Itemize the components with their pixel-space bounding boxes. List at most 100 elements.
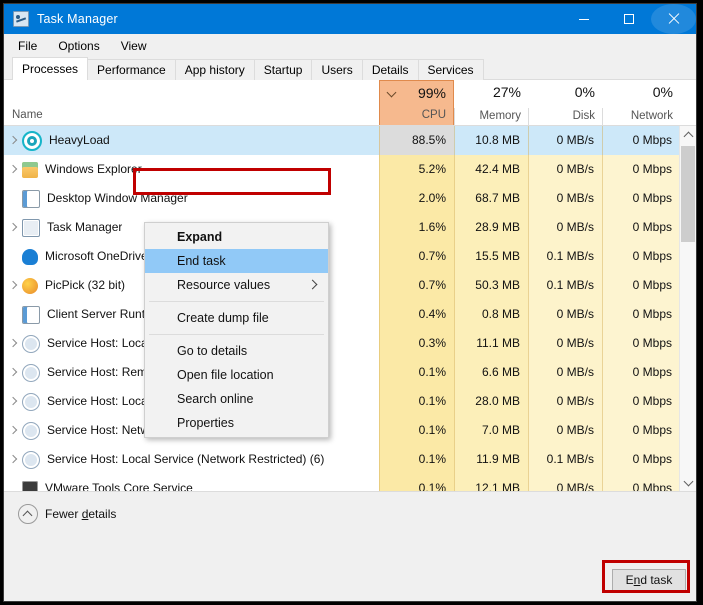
process-name-cell[interactable]: Desktop Window Manager	[4, 184, 376, 213]
title-bar: Task Manager	[4, 4, 696, 34]
network-cell: 0 Mbps	[602, 416, 680, 445]
network-total-value: 0%	[653, 84, 673, 100]
network-cell: 0 Mbps	[602, 474, 680, 492]
column-divider	[379, 474, 380, 492]
column-header-name[interactable]: Name	[4, 80, 376, 126]
context-menu-item-search-online[interactable]: Search online	[145, 387, 328, 411]
scroll-up-icon[interactable]	[680, 126, 696, 143]
network-cell: 0 Mbps	[602, 329, 680, 358]
network-cell: 0 Mbps	[602, 300, 680, 329]
expand-chevron-icon[interactable]	[4, 387, 22, 416]
expand-chevron-icon[interactable]	[4, 329, 22, 358]
tab-processes[interactable]: Processes	[12, 57, 88, 80]
tab-users[interactable]: Users	[311, 59, 362, 80]
column-divider	[602, 271, 603, 300]
expand-chevron-icon[interactable]	[4, 416, 22, 445]
column-header-disk[interactable]: 0% Disk	[528, 80, 602, 126]
table-row[interactable]: Service Host: Network Service (5)0.1%7.0…	[4, 416, 696, 445]
memory-total-value: 27%	[493, 84, 521, 100]
disk-cell: 0 MB/s	[528, 329, 602, 358]
column-divider	[602, 213, 603, 242]
disk-cell: 0 MB/s	[528, 213, 602, 242]
tab-app-history[interactable]: App history	[175, 59, 255, 80]
end-task-button[interactable]: End task	[612, 569, 686, 592]
table-row[interactable]: Service Host: Remote Procedure Call (2)0…	[4, 358, 696, 387]
expand-chevron-icon[interactable]	[4, 445, 22, 474]
process-name-cell[interactable]: Windows Explorer	[4, 155, 376, 184]
fewer-details-button[interactable]: Fewer details	[18, 504, 116, 524]
cpu-cell: 0.7%	[379, 242, 454, 271]
column-divider	[602, 242, 603, 271]
table-row[interactable]: PicPick (32 bit)0.7%50.3 MB0.1 MB/s0 Mbp…	[4, 271, 696, 300]
column-divider	[528, 474, 529, 492]
menu-view[interactable]: View	[116, 37, 157, 55]
context-menu-item-create-dump-file[interactable]: Create dump file	[145, 306, 328, 330]
column-divider	[454, 126, 455, 155]
network-cell: 0 Mbps	[602, 271, 680, 300]
column-divider	[602, 445, 603, 474]
context-menu-item-go-to-details[interactable]: Go to details	[145, 339, 328, 363]
table-row[interactable]: Microsoft OneDrive0.7%15.5 MB0.1 MB/s0 M…	[4, 242, 696, 271]
cpu-cell: 5.2%	[379, 155, 454, 184]
network-column-label: Network	[631, 110, 673, 122]
table-row[interactable]: Windows Explorer5.2%42.4 MB0 MB/s0 Mbps	[4, 155, 696, 184]
process-list: Name 99% CPU 27% Memory 0% Disk 0% Netwo…	[4, 80, 696, 492]
context-menu-separator	[149, 301, 324, 302]
column-header-network[interactable]: 0% Network	[602, 80, 680, 126]
expand-chevron-icon[interactable]	[4, 155, 22, 184]
process-name-cell[interactable]: VMware Tools Core Service	[4, 474, 376, 492]
tab-performance[interactable]: Performance	[87, 59, 176, 80]
tab-details[interactable]: Details	[362, 59, 419, 80]
table-row[interactable]: Client Server Runtime Process0.4%0.8 MB0…	[4, 300, 696, 329]
column-divider	[528, 271, 529, 300]
process-name-cell[interactable]: HeavyLoad	[4, 126, 376, 155]
context-menu-item-expand[interactable]: Expand	[145, 225, 328, 249]
cpu-cell: 0.4%	[379, 300, 454, 329]
table-row[interactable]: Task Manager1.6%28.9 MB0 MB/s0 Mbps	[4, 213, 696, 242]
table-row[interactable]: Service Host: Local Service (Network Res…	[4, 445, 696, 474]
column-divider	[602, 474, 603, 492]
memory-cell: 42.4 MB	[454, 155, 528, 184]
table-row[interactable]: VMware Tools Core Service0.1%12.1 MB0 MB…	[4, 474, 696, 492]
minimize-button[interactable]	[561, 4, 606, 34]
maximize-button[interactable]	[606, 4, 651, 34]
process-name-label: Service Host: Local Service (Network Res…	[47, 445, 324, 474]
close-button[interactable]	[651, 4, 696, 34]
column-header-name-label: Name	[12, 109, 43, 121]
scroll-down-icon[interactable]	[680, 474, 696, 491]
window-title: Task Manager	[37, 12, 118, 26]
row-indent-spacer	[4, 184, 22, 213]
expand-chevron-icon[interactable]	[4, 213, 22, 242]
process-name-label: HeavyLoad	[49, 126, 110, 155]
table-row[interactable]: HeavyLoad88.5%10.8 MB0 MB/s0 Mbps	[4, 126, 696, 155]
window-controls	[561, 4, 696, 34]
menu-file[interactable]: File	[13, 37, 47, 55]
table-row[interactable]: Service Host: Local System (18)0.1%28.0 …	[4, 387, 696, 416]
context-menu-item-resource-values[interactable]: Resource values	[145, 273, 328, 297]
expand-chevron-icon[interactable]	[4, 358, 22, 387]
memory-cell: 11.1 MB	[454, 329, 528, 358]
column-divider	[528, 213, 529, 242]
context-menu-item-properties[interactable]: Properties	[145, 411, 328, 435]
table-row[interactable]: Desktop Window Manager2.0%68.7 MB0 MB/s0…	[4, 184, 696, 213]
column-divider	[454, 242, 455, 271]
expand-chevron-icon[interactable]	[4, 271, 22, 300]
window-icon	[22, 306, 40, 324]
context-menu-item-open-file-location[interactable]: Open file location	[145, 363, 328, 387]
vertical-scrollbar[interactable]	[679, 126, 696, 491]
expand-chevron-icon[interactable]	[4, 126, 22, 155]
row-indent-spacer	[4, 474, 22, 492]
process-name-cell[interactable]: Service Host: Local Service (Network Res…	[4, 445, 376, 474]
tab-strip: Processes Performance App history Startu…	[4, 57, 696, 80]
context-menu-item-end-task[interactable]: End task	[145, 249, 328, 273]
column-header-cpu[interactable]: 99% CPU	[379, 80, 454, 126]
tab-services[interactable]: Services	[418, 59, 484, 80]
scrollbar-thumb[interactable]	[681, 146, 695, 242]
table-row[interactable]: Service Host: Local Service (No Network)…	[4, 329, 696, 358]
menu-options[interactable]: Options	[53, 37, 109, 55]
tab-startup[interactable]: Startup	[254, 59, 313, 80]
column-header-memory[interactable]: 27% Memory	[454, 80, 528, 126]
service-icon	[22, 364, 40, 382]
disk-cell: 0 MB/s	[528, 358, 602, 387]
column-divider	[454, 474, 455, 492]
